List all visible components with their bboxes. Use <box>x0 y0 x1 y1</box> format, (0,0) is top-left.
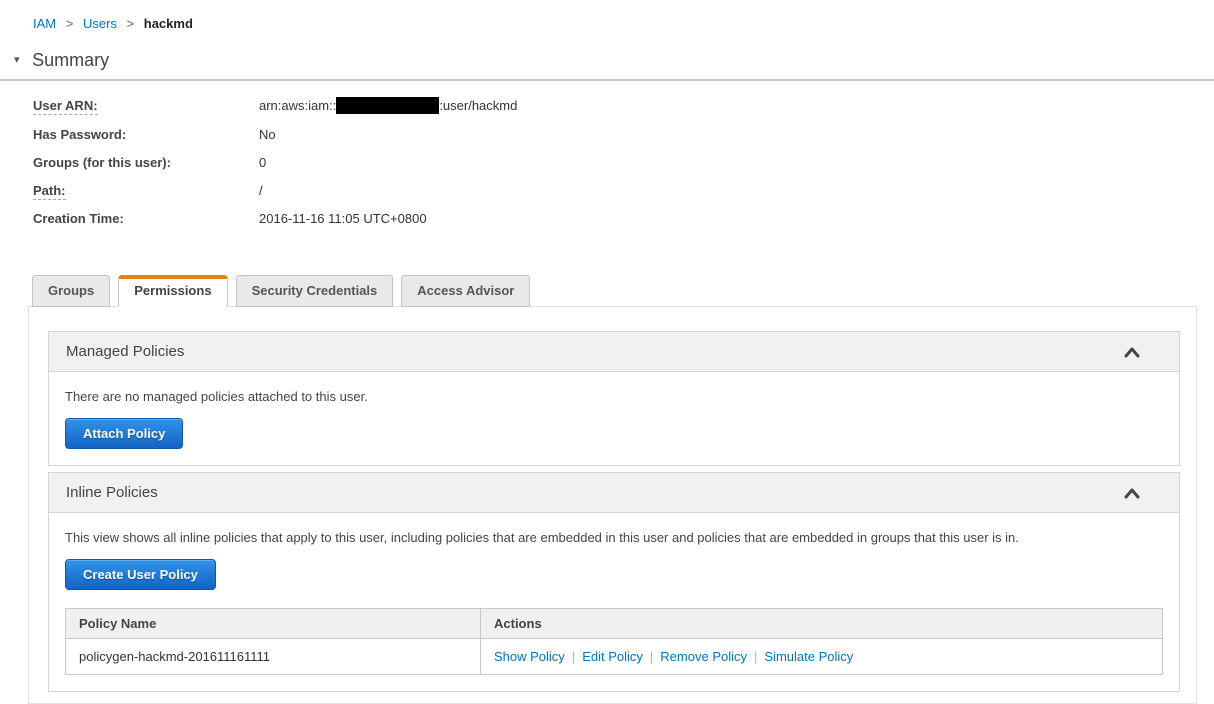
chevron-up-icon[interactable] <box>1124 487 1140 499</box>
remove-policy-link[interactable]: Remove Policy <box>660 649 747 664</box>
breadcrumb-link-iam[interactable]: IAM <box>33 16 56 31</box>
action-separator: | <box>571 649 576 664</box>
policy-name-cell: policygen-hackmd-201611161111 <box>65 638 481 675</box>
creation-time-label: Creation Time: <box>33 210 124 226</box>
permissions-tab-panel: Managed Policies There are no managed po… <box>28 306 1197 704</box>
actions-cell: Show Policy | Edit Policy | Remove Policy | Si… <box>480 638 1163 675</box>
inline-policies-table: Policy Name Actions policygen-hackmd-201… <box>65 608 1163 675</box>
path-label: Path: <box>33 182 66 200</box>
inline-policies-title: Inline Policies <box>66 484 158 501</box>
policy-name-column-header: Policy Name <box>65 608 481 639</box>
inline-policies-description: This view shows all inline policies that… <box>65 530 1019 545</box>
table-row: policygen-hackmd-201611161111 Show Polic… <box>65 638 1163 675</box>
breadcrumb-link-users[interactable]: Users <box>83 16 117 31</box>
managed-policies-section: Managed Policies There are no managed po… <box>48 331 1180 466</box>
triangle-down-icon[interactable]: ▾ <box>14 53 20 66</box>
field-row-groups: Groups (for this user): 0 <box>33 154 1214 170</box>
tab-permissions[interactable]: Permissions <box>118 275 228 307</box>
summary-title: Summary <box>32 50 110 70</box>
has-password-label: Has Password: <box>33 126 127 142</box>
table-header-row: Policy Name Actions <box>65 608 1163 639</box>
summary-fields: User ARN: arn:aws:iam:::user/hackmd Has … <box>33 97 1214 226</box>
managed-policies-header[interactable]: Managed Policies <box>49 332 1179 372</box>
action-separator: | <box>754 649 758 664</box>
tab-access-advisor[interactable]: Access Advisor <box>401 275 531 307</box>
field-row-path: Path: / <box>33 182 1214 200</box>
inline-policies-body: This view shows all inline policies that… <box>49 513 1179 691</box>
user-arn-label: User ARN: <box>33 98 98 115</box>
field-row-has-password: Has Password: No <box>33 126 1214 142</box>
show-policy-link[interactable]: Show Policy <box>494 649 565 664</box>
user-arn-prefix: arn:aws:iam:: <box>259 98 337 113</box>
groups-value: 0 <box>259 154 267 170</box>
summary-divider <box>0 79 1214 81</box>
simulate-policy-link[interactable]: Simulate Policy <box>764 649 853 664</box>
create-user-policy-button[interactable]: Create User Policy <box>65 559 216 590</box>
breadcrumb: IAM > Users > hackmd <box>0 0 1214 31</box>
tab-security-credentials[interactable]: Security Credentials <box>235 275 394 307</box>
attach-policy-button[interactable]: Attach Policy <box>65 418 184 449</box>
inline-policies-header[interactable]: Inline Policies <box>49 473 1179 513</box>
action-separator: | <box>649 649 654 664</box>
field-row-user-arn: User ARN: arn:aws:iam:::user/hackmd <box>33 97 1214 115</box>
inline-policies-section: Inline Policies This view shows all inli… <box>48 472 1180 692</box>
has-password-value: No <box>259 126 276 142</box>
breadcrumb-separator: > <box>65 16 74 31</box>
breadcrumb-separator: > <box>126 16 135 31</box>
field-row-creation-time: Creation Time: 2016-11-16 11:05 UTC+0800 <box>33 210 1214 226</box>
breadcrumb-current-user: hackmd <box>143 16 193 31</box>
actions-column-header: Actions <box>480 608 1163 639</box>
user-arn-value: arn:aws:iam:::user/hackmd <box>259 97 517 114</box>
chevron-up-icon[interactable] <box>1124 346 1140 358</box>
redacted-account-id <box>336 97 440 114</box>
summary-section-header[interactable]: ▾ Summary <box>14 50 1214 71</box>
groups-label: Groups (for this user): <box>33 154 171 170</box>
tab-bar: Groups Permissions Security Credentials … <box>32 275 1214 307</box>
managed-policies-body: There are no managed policies attached t… <box>49 372 1179 465</box>
managed-policies-title: Managed Policies <box>66 343 185 360</box>
creation-time-value: 2016-11-16 11:05 UTC+0800 <box>259 210 427 226</box>
user-arn-suffix: :user/hackmd <box>439 98 518 113</box>
tab-groups[interactable]: Groups <box>32 275 111 307</box>
path-value: / <box>259 182 263 198</box>
managed-policies-empty-message: There are no managed policies attached t… <box>65 389 368 404</box>
edit-policy-link[interactable]: Edit Policy <box>582 649 643 664</box>
